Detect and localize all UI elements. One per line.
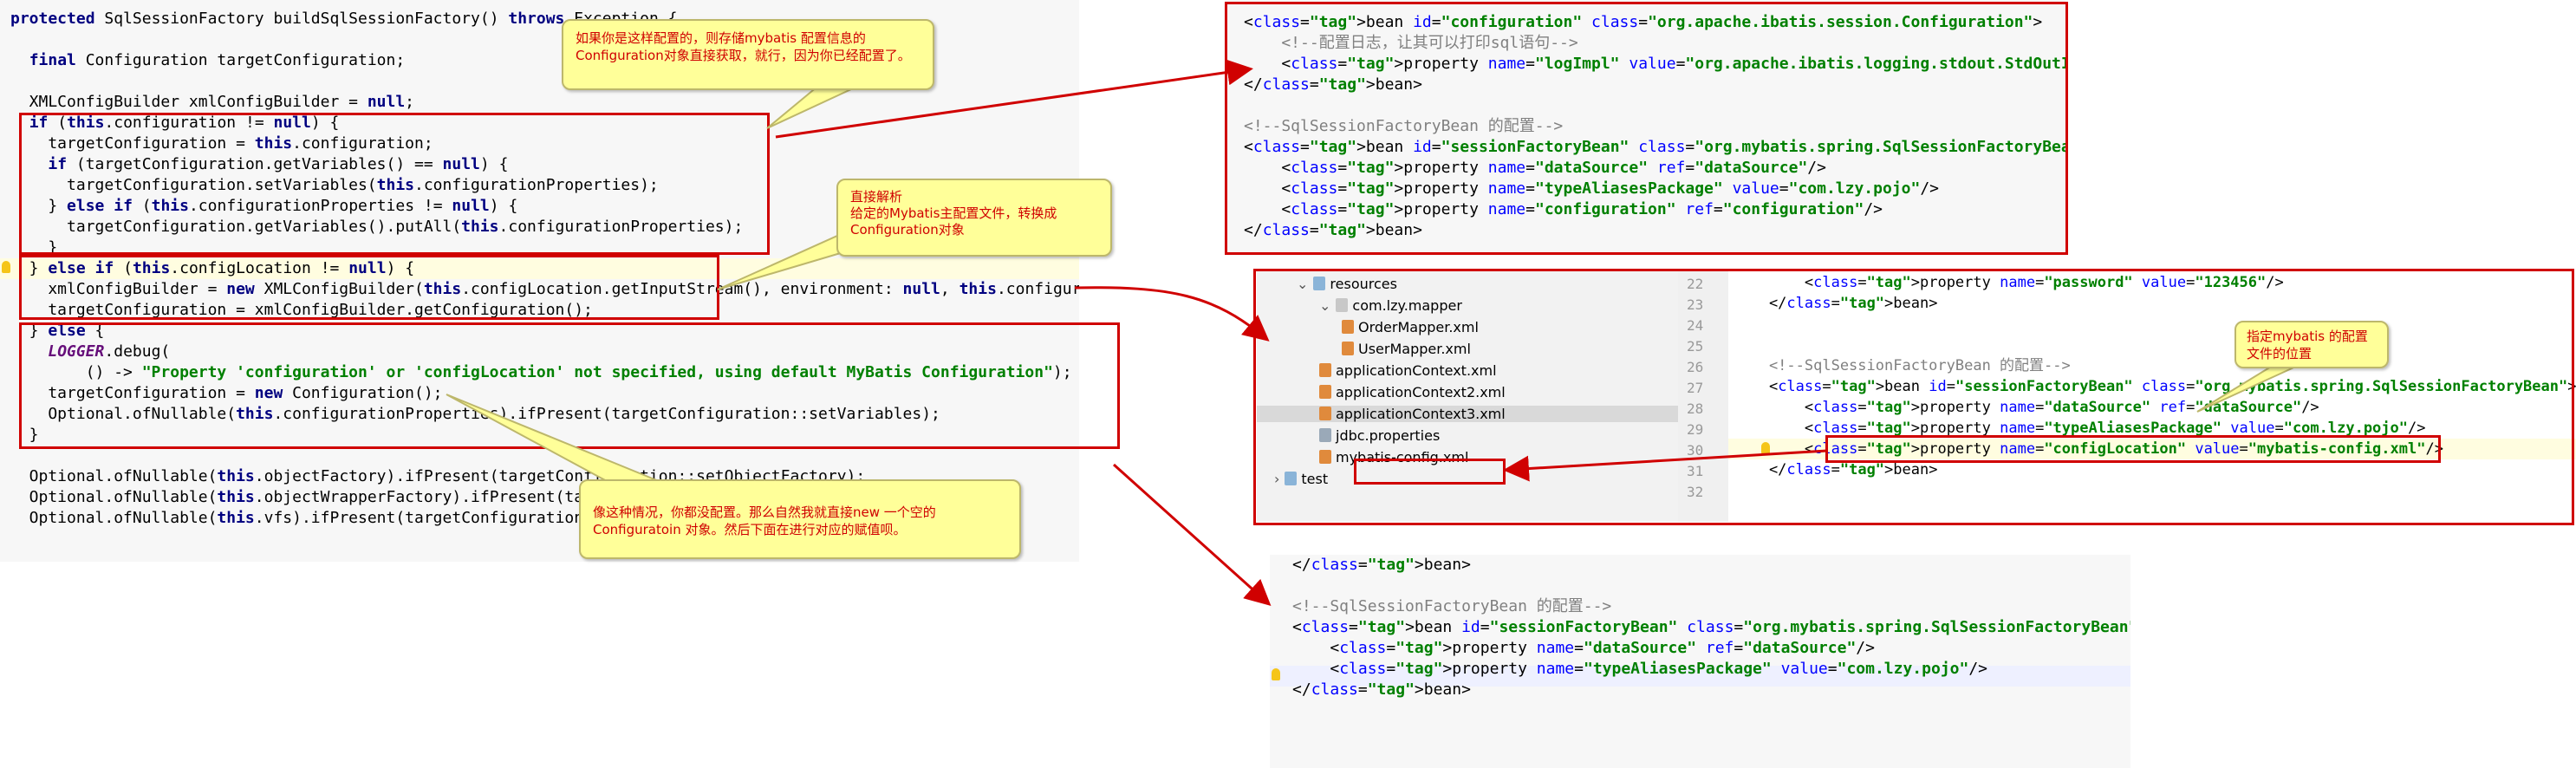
default-config-box — [19, 322, 1120, 449]
mybatis-config-file-box — [1354, 459, 1506, 485]
callout-parse-config-title: 直接解析 — [850, 189, 903, 205]
xml-bottom-line: </class="tag">bean> — [1292, 556, 1471, 574]
breakpoint-bulb-icon-bottom[interactable] — [1272, 668, 1280, 680]
xml-bottom-line: <class="tag">bean id="sessionFactoryBean… — [1292, 618, 2130, 636]
java-code-line: XMLConfigBuilder xmlConfigBuilder = null… — [10, 93, 415, 111]
xml-bottom-line: <!--SqlSessionFactoryBean 的配置--> — [1292, 597, 1612, 615]
xml-top-box — [1225, 2, 2068, 255]
callout-config-location: 指定mybatis 的配置文件的位置 — [2234, 321, 2389, 368]
config-location-line-box — [1825, 435, 2441, 463]
callout-new-configuration-text: 像这种情况，你都没配置。那么自然我就直接new 一个空的Configuratoi… — [593, 504, 936, 537]
xml-bottom-line: </class="tag">bean> — [1292, 680, 1471, 699]
callout-new-configuration: 像这种情况，你都没配置。那么自然我就直接new 一个空的Configuratoi… — [579, 479, 1021, 559]
breakpoint-bulb-icon[interactable] — [2, 261, 10, 273]
xml-bottom-panel: </class="tag">bean> <!--SqlSessionFactor… — [1270, 555, 2130, 768]
callout-parse-config: 直接解析 给定的Mybatis主配置文件，转换成Configuration对象 — [836, 179, 1112, 257]
callout-config-location-text: 指定mybatis 的配置文件的位置 — [2247, 329, 2368, 361]
callout-configuration-set: 如果你是这样配置的，则存储mybatis 配置信息的Configuration对… — [562, 19, 934, 90]
xml-bottom-code: </class="tag">bean> <!--SqlSessionFactor… — [1292, 555, 2130, 700]
xml-mid-outer-box — [1253, 269, 2574, 525]
config-location-box — [19, 255, 719, 320]
xml-bottom-line — [1292, 576, 2130, 596]
callout-configuration-set-text: 如果你是这样配置的，则存储mybatis 配置信息的Configuration对… — [576, 30, 911, 63]
arrow-to-xml-bottom — [1112, 463, 1272, 607]
callout-parse-config-body: 给定的Mybatis主配置文件，转换成Configuration对象 — [850, 205, 1057, 238]
config-not-null-box — [19, 113, 770, 255]
xml-bottom-line: <class="tag">property name="dataSource" … — [1292, 639, 1875, 657]
xml-bottom-line: <class="tag">property name="typeAliasesP… — [1292, 660, 1988, 678]
